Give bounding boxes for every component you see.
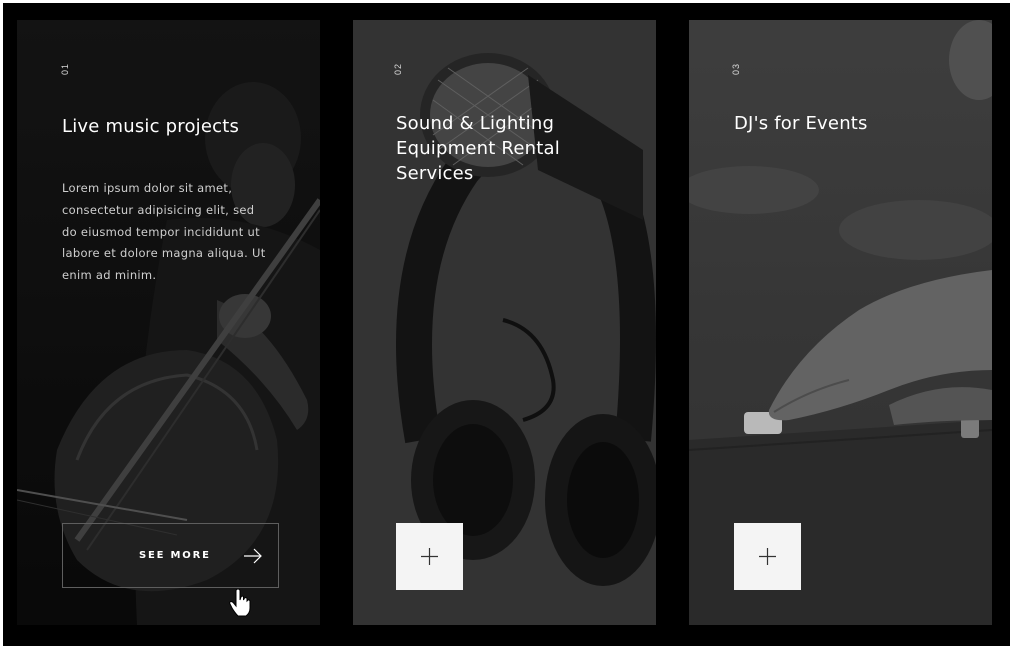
- plus-icon: [759, 548, 776, 565]
- hand-cursor-icon: [229, 589, 251, 617]
- card-number: 03: [731, 62, 741, 75]
- plus-icon: [421, 548, 438, 565]
- cards-frame: 01 Live music projects Lorem ipsum dolor…: [3, 3, 1010, 646]
- expand-button[interactable]: [734, 523, 801, 590]
- card-live-music[interactable]: 01 Live music projects Lorem ipsum dolor…: [17, 20, 320, 625]
- card-title: Live music projects: [62, 116, 240, 137]
- card-description: Lorem ipsum dolor sit amet, consectetur …: [62, 181, 266, 283]
- arrow-right-icon: [244, 548, 262, 564]
- card-title: Sound & Lighting Equipment Rental Servic…: [396, 113, 560, 184]
- card-number: 01: [60, 62, 70, 75]
- expand-button[interactable]: [396, 523, 463, 590]
- see-more-label: SEE MORE: [139, 550, 211, 561]
- card-number: 02: [393, 62, 403, 75]
- card-equipment-rental[interactable]: 02 Sound & Lighting Equipment Rental Ser…: [353, 20, 656, 625]
- card-title: DJ's for Events: [734, 113, 868, 134]
- card-djs-events[interactable]: 03 DJ's for Events: [689, 20, 992, 625]
- see-more-button[interactable]: SEE MORE: [62, 523, 279, 588]
